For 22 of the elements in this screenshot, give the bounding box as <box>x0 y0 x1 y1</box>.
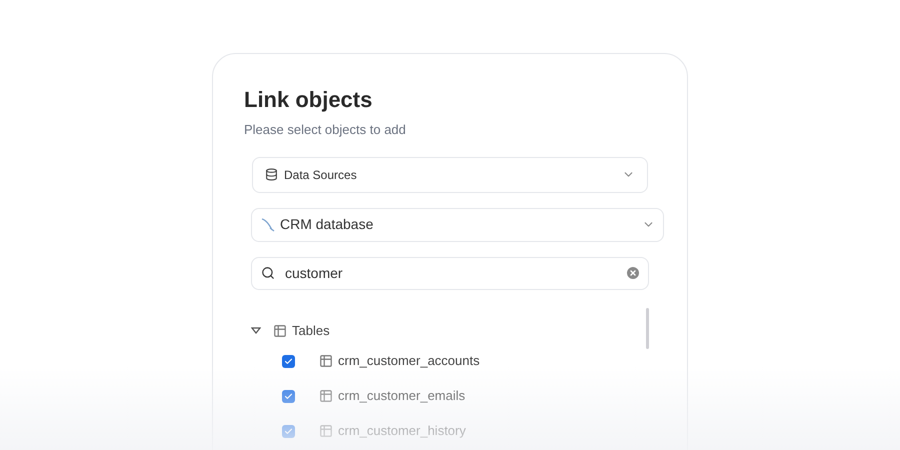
tree-item-label[interactable]: crm_customer_emails <box>338 386 466 406</box>
table-icon <box>319 389 333 403</box>
checkbox[interactable] <box>282 390 295 402</box>
scrollbar-thumb[interactable] <box>646 308 649 348</box>
dialog-title: Link objects <box>244 86 374 114</box>
database-dropdown[interactable]: CRM database <box>251 208 664 242</box>
table-icon <box>319 354 333 368</box>
check-icon <box>284 356 293 366</box>
check-icon <box>284 392 293 400</box>
caret-down-icon[interactable] <box>251 326 261 334</box>
search-icon <box>261 266 275 280</box>
database-icon <box>265 168 278 181</box>
source-dropdown[interactable]: Data Sources <box>252 156 648 192</box>
table-icon <box>319 424 333 438</box>
checkbox[interactable] <box>282 424 295 438</box>
tree-group-label[interactable]: Tables <box>292 320 330 340</box>
table-icon <box>273 324 287 338</box>
checkbox[interactable] <box>282 354 295 368</box>
dialog-subtitle: Please select objects to add <box>244 121 407 139</box>
check-icon <box>284 426 293 436</box>
tree-item-label[interactable]: crm_customer_accounts <box>338 351 480 371</box>
search-field[interactable]: customer <box>251 256 649 290</box>
